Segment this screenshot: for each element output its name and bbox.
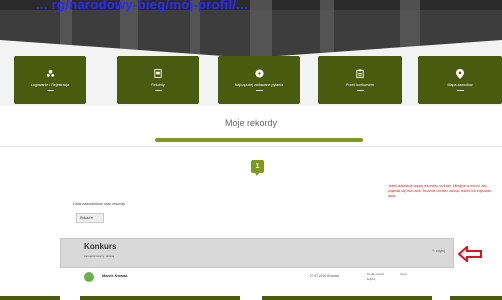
record-name: Konkurs: [84, 242, 117, 251]
person-actions-2: Usuń: [400, 272, 407, 277]
tile-before-contest[interactable]: Przed konkursem: [318, 56, 402, 104]
tile-underline: [255, 89, 263, 92]
tile-label: Rekordy: [151, 82, 165, 87]
tile-label: Mapa zawodów: [447, 82, 473, 87]
tile-label: Przed konkursem: [346, 82, 374, 87]
edit-link[interactable]: Edytuj: [367, 277, 384, 282]
banner-url-text: ... rg/narodowy-bieg/mój-profil/...: [36, 0, 248, 12]
person-actions-1: Dodaj rekord Edytuj: [367, 272, 384, 282]
page: ... rg/narodowy-bieg/mój-profil/... Logo…: [0, 0, 502, 300]
chat-icon: [254, 69, 264, 79]
tile-label: Najczęściej zadawane pytania: [234, 82, 284, 87]
tile-underline: [456, 89, 464, 92]
bottom-tile[interactable]: [262, 296, 432, 300]
tile-faq[interactable]: Najczęściej zadawane pytania: [218, 56, 300, 104]
divider: [0, 146, 502, 147]
document-icon: [153, 69, 163, 79]
location-pin-icon: [455, 68, 465, 79]
delete-link[interactable]: Usuń: [400, 272, 407, 277]
tile-underline: [46, 89, 54, 92]
tile-underline: [154, 89, 162, 92]
banner-wave: [0, 40, 502, 58]
title-underline: [155, 138, 363, 142]
person-name: Marek Nowak: [102, 273, 128, 278]
header-banner: ... rg/narodowy-bieg/mój-profil/...: [0, 0, 502, 58]
filter-dropdown[interactable]: Pokaż ▾: [76, 213, 104, 223]
record-row[interactable]: Konkurs zarejestrowany: dzisiaj ✎ edytuj: [60, 238, 454, 268]
person-row[interactable]: Marek Nowak 27.07.2018 Wrocław Dodaj rek…: [60, 270, 454, 290]
instruction-note: Jeżeli dodaliście więcej rekordów na liś…: [388, 184, 492, 198]
arrow-left-icon: [458, 246, 482, 262]
tile-label: Logowanie / Rejestracja: [30, 82, 70, 87]
tile-records[interactable]: Rekordy: [117, 56, 199, 104]
clipboard-icon: [355, 69, 365, 79]
bottom-tile[interactable]: [80, 296, 240, 300]
tile-underline: [356, 89, 364, 92]
quick-links: Logowanie / Rejestracja Rekordy Najczęśc…: [0, 56, 502, 104]
person-date-place: 27.07.2018 Wrocław: [310, 274, 340, 278]
tile-map[interactable]: Mapa zawodów: [418, 56, 502, 104]
page-title: Moje rekordy: [224, 118, 278, 128]
step-badge: 1: [251, 160, 264, 176]
filter-label: Lista zawodników oraz rekordy: [73, 202, 125, 206]
record-subtitle: zarejestrowany: dzisiaj: [84, 254, 115, 258]
person-avatar: [84, 272, 94, 282]
tile-login-register[interactable]: Logowanie / Rejestracja: [14, 56, 86, 104]
users-icon: [45, 69, 55, 79]
bottom-tile[interactable]: [0, 296, 60, 300]
bottom-tiles: [0, 296, 502, 300]
record-edit-link[interactable]: ✎ edytuj: [432, 249, 445, 253]
bottom-tile[interactable]: [450, 296, 502, 300]
